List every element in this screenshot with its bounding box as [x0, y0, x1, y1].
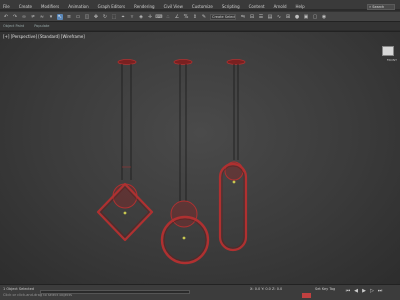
go-to-end-icon[interactable]: ⏭ — [377, 288, 383, 294]
align-icon[interactable]: ⊟ — [249, 14, 255, 20]
ribbon-tab-object-paint[interactable]: Object Paint — [3, 22, 24, 30]
search-icon: ⌕ — [369, 4, 372, 9]
scale-icon[interactable]: ⬚ — [111, 14, 117, 20]
menu-bar: File Create Modifiers Animation Graph Ed… — [0, 3, 400, 11]
schematic-view-icon[interactable]: ⊞ — [285, 14, 291, 20]
pendant-lamp-right[interactable] — [218, 59, 248, 252]
ribbon-tab-populate[interactable]: Populate — [34, 22, 49, 30]
curve-editor-icon[interactable]: ∿ — [276, 14, 282, 20]
angle-snap-icon[interactable]: ∠ — [174, 14, 180, 20]
perspective-viewport[interactable]: [+] [Perspective] [Standard] [Wireframe]… — [0, 31, 400, 284]
playback-controls: ⏮ ◀ ▶ ▷ ⏭ — [345, 288, 385, 294]
pivot-center-icon[interactable]: ◈ — [138, 14, 144, 20]
menu-graph-editors[interactable]: Graph Editors — [98, 3, 125, 11]
render-setup-icon[interactable]: ▣ — [303, 14, 309, 20]
selection-set-dropdown[interactable]: Create Selection Set — [210, 13, 236, 20]
keyboard-shortcut-icon[interactable]: ⌨ — [155, 14, 162, 20]
select-filter-icon[interactable]: ▾ — [48, 14, 54, 20]
place-icon[interactable]: ⌖ — [120, 14, 126, 20]
unlink-icon[interactable]: ≠ — [30, 14, 36, 20]
coordinate-display[interactable]: X: 0.0 Y: 0.0 Z: 0.0 — [250, 287, 282, 291]
next-frame-icon[interactable]: ▷ — [369, 288, 375, 294]
pendant-lamp-center[interactable] — [160, 59, 210, 265]
rotate-icon[interactable]: ↻ — [102, 14, 108, 20]
toggle-ribbon-icon[interactable]: ▤ — [267, 14, 273, 20]
time-slider[interactable] — [40, 290, 190, 294]
spinner-snap-icon[interactable]: ⇕ — [192, 14, 198, 20]
edit-named-selection-icon[interactable]: ✎ — [201, 14, 207, 20]
rectangular-selection-icon[interactable]: ▭ — [75, 14, 81, 20]
layer-explorer-icon[interactable]: ☰ — [258, 14, 264, 20]
main-toolbar: ↶ ↷ ∞ ≠ ≈ ▾ ↖ ≡ ▭ ◫ ✥ ↻ ⬚ ⌖ ▿ ◈ ✛ ⌨ ∴ ∠ … — [0, 11, 400, 22]
mirror-icon[interactable]: ⇋ — [240, 14, 246, 20]
search-box[interactable]: ⌕ Search — [367, 4, 395, 10]
menu-customize[interactable]: Customize — [192, 3, 213, 11]
menu-create[interactable]: Create — [19, 3, 32, 11]
selection-count: 1 Object Selected — [3, 287, 35, 291]
menu-scripting[interactable]: Scripting — [222, 3, 240, 11]
select-object-icon[interactable]: ↖ — [57, 13, 63, 20]
window-crossing-icon[interactable]: ◫ — [84, 14, 90, 20]
material-editor-icon[interactable]: ● — [294, 14, 300, 20]
link-icon[interactable]: ∞ — [21, 14, 27, 20]
snaps-toggle-icon[interactable]: ∴ — [165, 14, 171, 20]
select-manipulate-icon[interactable]: ✛ — [147, 14, 153, 20]
undo-icon[interactable]: ↶ — [3, 14, 9, 20]
search-label: Search — [372, 5, 385, 9]
menu-civil-view[interactable]: Civil View — [164, 3, 183, 11]
pendant-lamp-left[interactable] — [96, 59, 154, 242]
previous-frame-icon[interactable]: ◀ — [353, 288, 359, 294]
menu-content[interactable]: Content — [249, 3, 265, 11]
menu-modifiers[interactable]: Modifiers — [41, 3, 59, 11]
select-by-name-icon[interactable]: ≡ — [66, 14, 72, 20]
menu-rendering[interactable]: Rendering — [134, 3, 154, 11]
auto-key-button[interactable] — [302, 293, 311, 298]
percent-snap-icon[interactable]: % — [183, 14, 189, 20]
menu-animation[interactable]: Animation — [68, 3, 88, 11]
scene-canvas[interactable] — [0, 32, 400, 284]
set-key-tag[interactable]: Set Key Tag — [315, 287, 335, 291]
go-to-start-icon[interactable]: ⏮ — [345, 288, 351, 294]
status-bar: 1 Object Selected Click or click-and-dra… — [0, 284, 400, 300]
play-icon[interactable]: ▶ — [361, 288, 367, 294]
rendered-frame-window-icon[interactable]: ▢ — [312, 14, 318, 20]
redo-icon[interactable]: ↷ — [12, 14, 18, 20]
reference-coordinate-icon[interactable]: ▿ — [129, 14, 135, 20]
render-production-icon[interactable]: ◉ — [321, 14, 327, 20]
menu-arnold[interactable]: Arnold — [274, 3, 287, 11]
menu-help[interactable]: Help — [296, 3, 305, 11]
bind-icon[interactable]: ≈ — [39, 14, 45, 20]
menu-file[interactable]: File — [3, 3, 10, 11]
move-icon[interactable]: ✥ — [93, 14, 99, 20]
ribbon: Object Paint Populate — [0, 22, 400, 30]
